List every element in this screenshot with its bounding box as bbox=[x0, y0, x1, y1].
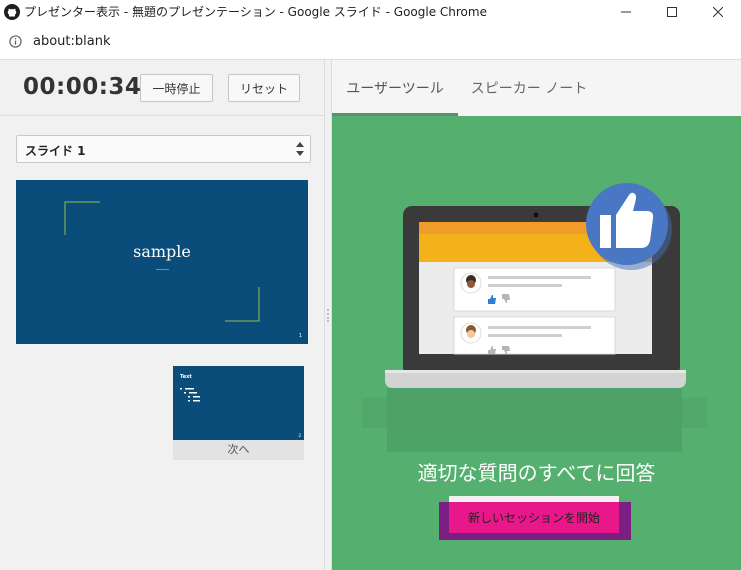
address-bar[interactable]: about:blank bbox=[0, 24, 741, 60]
timer-bar: 00:00:34 一時停止 リセット bbox=[0, 60, 324, 116]
info-icon[interactable] bbox=[9, 35, 22, 48]
start-session-button[interactable]: 新しいセッションを開始 bbox=[449, 502, 619, 533]
minimize-button[interactable] bbox=[603, 0, 649, 24]
tab-user-tools[interactable]: ユーザーツール bbox=[332, 60, 458, 116]
presenter-right-panel: ユーザーツール スピーカー ノート 適切な質問のすべてに回答 新しいセッションを… bbox=[332, 60, 741, 570]
slide-select[interactable]: スライド 1 bbox=[16, 135, 311, 163]
tab-speaker-notes[interactable]: スピーカー ノート bbox=[458, 60, 600, 116]
next-button[interactable]: 次へ bbox=[173, 440, 304, 460]
slide-select-value: スライド 1 bbox=[25, 144, 86, 158]
laptop-illustration bbox=[362, 183, 707, 452]
next-slide-title: Text bbox=[180, 374, 192, 380]
window-titlebar: プレゼンター表示 - 無題のプレゼンテーション - Google スライド - … bbox=[0, 0, 741, 24]
tab-bar: ユーザーツール スピーカー ノート bbox=[332, 60, 741, 116]
slide-frame-corners bbox=[64, 201, 260, 322]
minimize-icon bbox=[621, 11, 631, 13]
maximize-button[interactable] bbox=[649, 0, 695, 24]
close-button[interactable] bbox=[695, 0, 741, 24]
pause-button[interactable]: 一時停止 bbox=[140, 74, 213, 102]
select-arrows-icon bbox=[296, 142, 304, 156]
elapsed-timer: 00:00:34 bbox=[23, 74, 142, 100]
presenter-left-panel: 00:00:34 一時停止 リセット スライド 1 sample 1 Text … bbox=[0, 60, 324, 570]
promo-heading: 適切な質問のすべてに回答 bbox=[417, 461, 656, 485]
window-title: プレゼンター表示 - 無題のプレゼンテーション - Google スライド - … bbox=[24, 5, 487, 19]
url-text[interactable]: about:blank bbox=[33, 34, 111, 50]
github-icon bbox=[4, 4, 20, 20]
current-slide-title: sample bbox=[133, 242, 191, 261]
title-underline bbox=[156, 269, 169, 270]
qa-promo-panel: 適切な質問のすべてに回答 新しいセッションを開始 bbox=[332, 116, 741, 570]
next-slide-number: 2 bbox=[298, 433, 301, 438]
current-slide-preview[interactable]: sample 1 bbox=[16, 180, 308, 344]
next-slide-bullets bbox=[180, 388, 200, 402]
drag-grip-icon bbox=[327, 309, 329, 322]
maximize-icon bbox=[667, 7, 677, 17]
reset-button[interactable]: リセット bbox=[228, 74, 300, 102]
close-icon bbox=[713, 7, 723, 17]
next-slide-preview[interactable]: Text 2 bbox=[173, 366, 304, 440]
panel-resize-handle[interactable] bbox=[324, 60, 332, 570]
current-slide-number: 1 bbox=[298, 333, 302, 339]
